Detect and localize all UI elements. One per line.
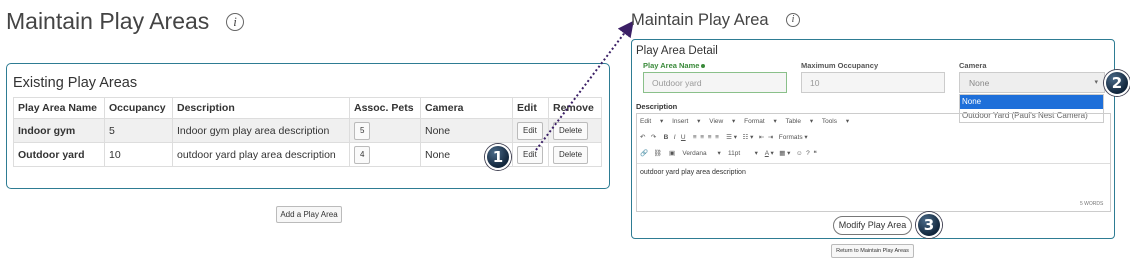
- redo-icon[interactable]: ↷: [651, 134, 656, 141]
- menu-insert[interactable]: Insert ▾: [672, 118, 700, 125]
- link-icon[interactable]: 🔗: [640, 150, 648, 157]
- emoticon-icon[interactable]: ☺: [796, 150, 803, 157]
- callout-marker-1: 1: [485, 144, 511, 170]
- text-color-icon[interactable]: A ▾: [765, 150, 774, 157]
- menu-edit[interactable]: Edit ▾: [640, 118, 663, 125]
- image-icon[interactable]: ▣: [669, 150, 675, 157]
- editor-content[interactable]: outdoor yard play area description: [640, 169, 746, 176]
- bullet-list-icon[interactable]: ☰ ▾: [726, 134, 737, 141]
- align-left-icon[interactable]: ≡: [693, 134, 697, 141]
- camera-label: Camera: [959, 61, 987, 70]
- menu-tools[interactable]: Tools ▾: [822, 118, 849, 125]
- indent-icon[interactable]: ⇥: [768, 134, 773, 141]
- unlink-icon[interactable]: ⛓: [654, 150, 662, 157]
- callout-marker-3: 3: [916, 212, 942, 238]
- menu-view[interactable]: View ▾: [709, 118, 735, 125]
- max-occupancy-label: Maximum Occupancy: [801, 61, 879, 70]
- camera-select-value: None: [969, 78, 990, 88]
- camera-option-none[interactable]: None: [960, 95, 1103, 109]
- font-size-dropdown[interactable]: 11pt ▾: [728, 150, 758, 157]
- chevron-down-icon: ▾: [1094, 79, 1098, 86]
- align-center-icon[interactable]: ≡: [700, 134, 704, 141]
- font-family-dropdown[interactable]: Verdana ▾: [682, 150, 720, 157]
- bold-icon[interactable]: B: [664, 134, 669, 141]
- required-indicator-icon: [701, 64, 706, 69]
- modify-play-area-button[interactable]: Modify Play Area: [833, 216, 912, 235]
- menu-table[interactable]: Table ▾: [786, 118, 814, 125]
- name-label-text: Play Area Name: [643, 61, 700, 70]
- editor-menubar: Edit ▾ Insert ▾ View ▾ Format ▾ Table ▾ …: [640, 117, 856, 125]
- align-justify-icon[interactable]: ≡: [715, 134, 719, 141]
- menu-format[interactable]: Format ▾: [744, 118, 777, 125]
- background-color-icon[interactable]: ▦ ▾: [779, 150, 790, 157]
- editor-toolbar-row1: ↶ ↷ B I U ≡ ≡ ≡ ≡ ☰ ▾ ☷ ▾ ⇤ ⇥ Formats ▾: [640, 133, 808, 141]
- detail-page-title: Maintain Play Area: [631, 11, 769, 29]
- info-icon[interactable]: i: [786, 13, 800, 27]
- italic-icon[interactable]: I: [674, 134, 676, 141]
- editor-toolbar-row2: 🔗 ⛓ ▣ Verdana ▾ 11pt ▾ A ▾ ▦ ▾ ☺ ? ❝: [640, 149, 817, 157]
- description-label: Description: [636, 102, 678, 111]
- callout-marker-2: 2: [1104, 70, 1130, 96]
- outdent-icon[interactable]: ⇤: [759, 134, 764, 141]
- max-occupancy-input[interactable]: 10: [801, 72, 945, 93]
- help-icon[interactable]: ?: [806, 150, 810, 157]
- detail-title: Play Area Detail: [636, 45, 718, 57]
- numbered-list-icon[interactable]: ☷ ▾: [742, 134, 753, 141]
- play-area-name-input[interactable]: Outdoor yard: [643, 72, 787, 93]
- name-label: Play Area Name: [643, 61, 706, 70]
- return-button[interactable]: Return to Maintain Play Areas: [831, 244, 914, 258]
- align-right-icon[interactable]: ≡: [708, 134, 712, 141]
- formats-dropdown[interactable]: Formats ▾: [779, 134, 808, 141]
- editor-divider: [637, 163, 1110, 164]
- word-count: 5 WORDS: [1080, 201, 1104, 207]
- underline-icon[interactable]: U: [681, 134, 686, 141]
- code-icon[interactable]: ❝: [813, 150, 817, 157]
- dotted-arrow-line: [535, 20, 634, 151]
- camera-select[interactable]: None ▾: [959, 72, 1105, 93]
- undo-icon[interactable]: ↶: [640, 134, 645, 141]
